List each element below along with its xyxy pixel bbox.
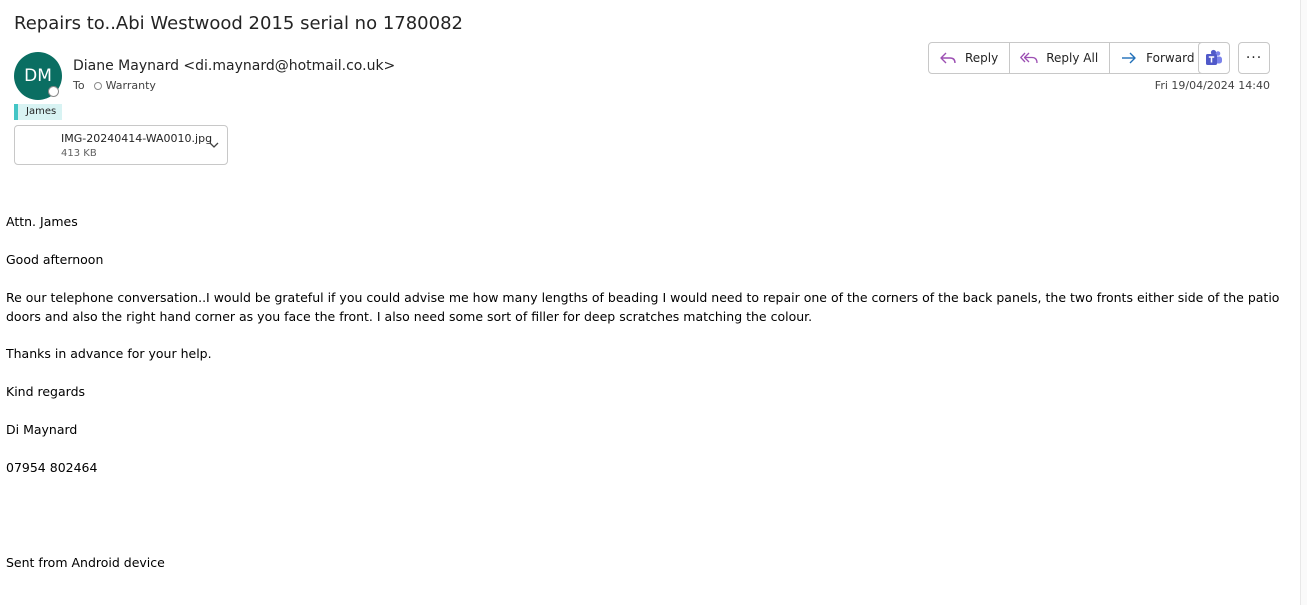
recipient-line: To Warranty <box>73 79 156 92</box>
more-actions-button[interactable]: ··· <box>1238 42 1270 74</box>
attachment-size: 413 KB <box>61 148 97 159</box>
teams-icon <box>1206 49 1222 65</box>
body-phone: 07954 802464 <box>6 460 98 475</box>
scrollbar-track[interactable] <box>1300 0 1307 605</box>
email-body: Attn. James Good afternoon Re our teleph… <box>6 212 1291 591</box>
email-reading-pane: Repairs to..Abi Westwood 2015 serial no … <box>0 0 1307 605</box>
reply-icon <box>940 52 956 64</box>
body-paragraph: Re our telephone conversation..I would b… <box>6 290 1280 324</box>
reply-label: Reply <box>965 51 999 65</box>
body-attn: Attn. James <box>6 214 78 229</box>
category-tag[interactable]: James <box>14 104 63 120</box>
body-greeting: Good afternoon <box>6 252 104 267</box>
forward-label: Forward <box>1146 51 1195 65</box>
teams-chat-button[interactable] <box>1198 42 1230 74</box>
recipient-name[interactable]: Warranty <box>106 79 156 92</box>
forward-icon <box>1122 52 1136 64</box>
body-signature-name: Di Maynard <box>6 422 78 437</box>
attachment-name: IMG-20240414-WA0010.jpg <box>61 132 213 145</box>
email-subject: Repairs to..Abi Westwood 2015 serial no … <box>14 13 463 34</box>
body-footer: Sent from Android device <box>6 555 165 570</box>
message-actions-toolbar: Reply Reply All Forward <box>928 42 1207 74</box>
recipient-presence-icon <box>93 81 102 90</box>
forward-button[interactable]: Forward <box>1110 43 1205 73</box>
reply-button[interactable]: Reply <box>929 43 1011 73</box>
attachment-card[interactable]: IMG-20240414-WA0010.jpg 413 KB <box>14 125 228 165</box>
reply-all-icon <box>1020 52 1038 64</box>
reply-all-label: Reply All <box>1046 51 1099 65</box>
body-signoff: Kind regards <box>6 384 86 399</box>
presence-status-icon <box>48 86 59 97</box>
chevron-down-icon[interactable] <box>207 138 221 152</box>
message-date: Fri 19/04/2024 14:40 <box>1154 79 1270 92</box>
sender-name[interactable]: Diane Maynard <di.maynard@hotmail.co.uk> <box>73 58 395 74</box>
reply-all-button[interactable]: Reply All <box>1010 43 1111 73</box>
to-label: To <box>73 79 85 92</box>
body-thanks: Thanks in advance for your help. <box>6 346 212 361</box>
avatar-initials: DM <box>24 66 52 86</box>
